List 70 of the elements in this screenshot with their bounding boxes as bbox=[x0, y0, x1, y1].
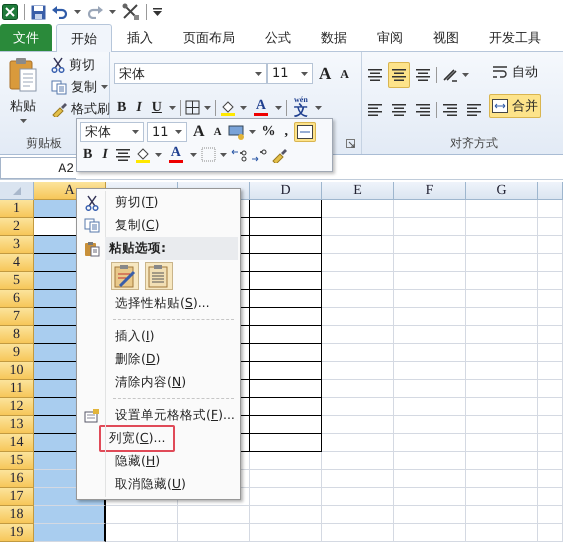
row-header[interactable]: 8 bbox=[0, 326, 34, 344]
cut-button[interactable]: 剪切 bbox=[48, 55, 113, 75]
percent-button[interactable]: % bbox=[258, 125, 279, 139]
row-header[interactable]: 11 bbox=[0, 380, 34, 398]
font-color-button[interactable]: A bbox=[250, 99, 271, 116]
row-header[interactable]: 6 bbox=[0, 290, 34, 308]
font-select[interactable]: 宋体 bbox=[114, 63, 267, 84]
underline-button[interactable]: U bbox=[148, 100, 165, 114]
row-header[interactable]: 16 bbox=[0, 470, 34, 488]
grow-font-button[interactable]: A bbox=[190, 125, 208, 139]
row-header[interactable]: 13 bbox=[0, 416, 34, 434]
row-header[interactable]: 12 bbox=[0, 398, 34, 416]
row-header[interactable]: 3 bbox=[0, 236, 34, 254]
copy-button[interactable]: 复制 bbox=[48, 77, 113, 97]
font-select[interactable]: 宋体 bbox=[80, 122, 144, 142]
ribbon-tab[interactable]: 开始 bbox=[56, 24, 112, 52]
row-header[interactable]: 18 bbox=[0, 506, 34, 524]
menu-item[interactable]: 列宽(C)... bbox=[99, 425, 176, 452]
menu-item[interactable]: 选择性粘贴(S)... bbox=[111, 294, 214, 313]
group-label: 剪贴板 bbox=[26, 134, 62, 152]
comma-button[interactable]: , bbox=[282, 125, 292, 139]
name-box[interactable]: A2 bbox=[0, 157, 76, 179]
menu-item[interactable]: 清除内容(N) bbox=[111, 373, 190, 392]
font-color-button[interactable]: A bbox=[166, 146, 186, 163]
row-header[interactable]: 19 bbox=[0, 524, 34, 542]
ribbon-tab[interactable]: 插入 bbox=[112, 24, 168, 51]
wrap-text-button[interactable]: 自动 bbox=[489, 62, 541, 82]
italic-button[interactable]: I bbox=[99, 148, 111, 162]
row-header[interactable]: 9 bbox=[0, 344, 34, 362]
column-header[interactable]: F bbox=[394, 182, 466, 200]
menu-item[interactable]: 设置单元格格式(F)... bbox=[111, 406, 239, 425]
file-tab[interactable]: 文件 bbox=[0, 24, 52, 51]
ribbon-tab[interactable]: 视图 bbox=[418, 24, 474, 51]
menu-item[interactable]: 复制(C) bbox=[111, 216, 164, 235]
menu-item[interactable]: 取消隐藏(U) bbox=[111, 475, 190, 494]
ribbon-tab[interactable]: 公式 bbox=[250, 24, 306, 51]
merge-center-button[interactable]: 合并 bbox=[489, 94, 541, 118]
group-label: 对齐方式 bbox=[449, 134, 499, 152]
ribbon-tab[interactable]: 审阅 bbox=[362, 24, 418, 51]
row-header[interactable]: 7 bbox=[0, 308, 34, 326]
menu-item[interactable]: 删除(D) bbox=[111, 350, 164, 369]
grow-font-button[interactable]: A bbox=[316, 66, 334, 80]
row-header[interactable]: 5 bbox=[0, 272, 34, 290]
menu-item[interactable]: 插入(I) bbox=[111, 327, 158, 346]
menu-item[interactable]: 隐藏(H) bbox=[111, 452, 164, 471]
row-header[interactable]: 2 bbox=[0, 218, 34, 236]
column-header[interactable]: E bbox=[322, 182, 394, 200]
paste-button[interactable]: 粘贴 bbox=[4, 55, 42, 132]
menu-item[interactable]: 剪切(T) bbox=[111, 193, 162, 212]
row-header[interactable]: 17 bbox=[0, 488, 34, 506]
shrink-font-button[interactable]: A bbox=[337, 66, 352, 80]
format-painter-button[interactable]: 格式刷 bbox=[48, 99, 113, 119]
column-header[interactable]: G bbox=[466, 182, 538, 200]
bold-button[interactable]: B bbox=[80, 148, 96, 162]
menu-section-header: 粘贴选项: bbox=[109, 240, 166, 257]
row-header[interactable]: 14 bbox=[0, 434, 34, 452]
ribbon-tab[interactable]: 页面布局 bbox=[168, 24, 250, 51]
shrink-font-button[interactable]: A bbox=[210, 125, 225, 139]
row-header[interactable]: 1 bbox=[0, 200, 34, 218]
ribbon-tab[interactable]: 开发工具 bbox=[474, 24, 556, 51]
row-header[interactable]: 10 bbox=[0, 362, 34, 380]
ribbon-tab[interactable]: 数据 bbox=[306, 24, 362, 51]
bold-button[interactable]: B bbox=[114, 100, 130, 114]
phonetic-button[interactable]: wén 文 bbox=[290, 96, 311, 119]
row-header[interactable]: 15 bbox=[0, 452, 34, 470]
row-header[interactable]: 4 bbox=[0, 254, 34, 272]
column-header[interactable]: D bbox=[250, 182, 322, 200]
font-size-select[interactable]: 11 bbox=[147, 122, 187, 142]
font-size-select[interactable]: 11 bbox=[267, 63, 313, 84]
italic-button[interactable]: I bbox=[133, 100, 145, 114]
